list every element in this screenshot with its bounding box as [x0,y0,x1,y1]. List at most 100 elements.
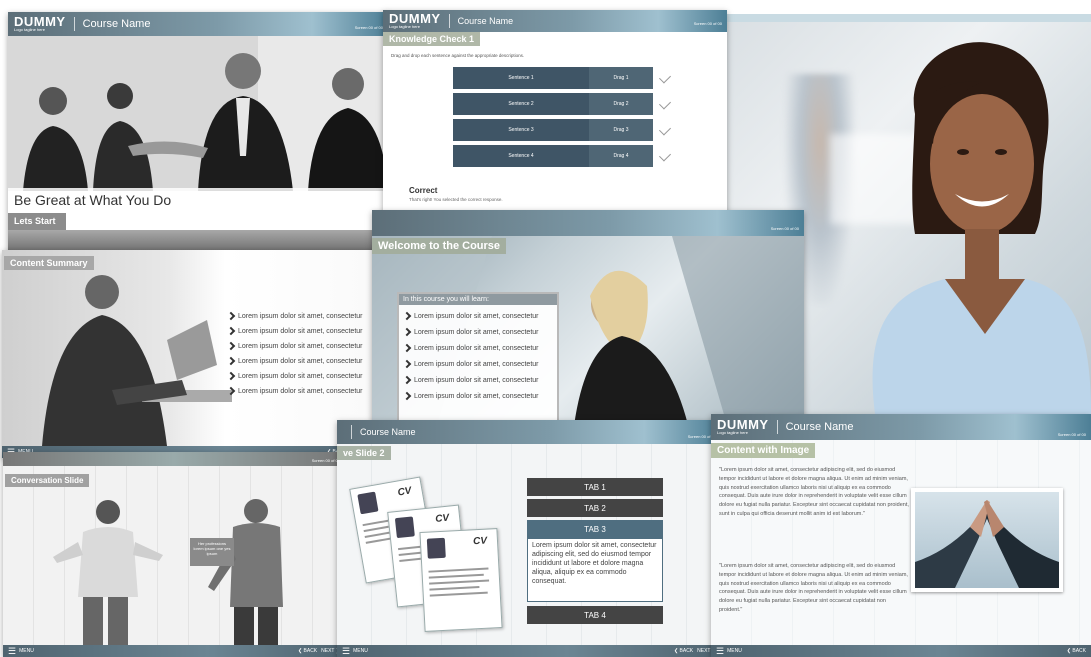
content-summary-title: Content Summary [4,256,94,270]
kc-row[interactable]: Sentence 3 Drag 3 [453,119,653,141]
list-item-text: Lorem ipsum dolor sit amet, consectetur [238,342,363,350]
kc-sentence: Sentence 1 [453,67,589,89]
page-counter: Screen 00 of 00 [354,25,383,30]
kc-sentence: Sentence 4 [453,145,589,167]
content-image-title: Content with Image [711,443,816,458]
menu-button[interactable]: ☰MENU [8,646,34,656]
checkmark-icon [658,123,672,136]
learn-box-title: In this course you will learn: [399,294,557,305]
chevron-right-icon [404,328,410,336]
chevron-left-icon: ❮ [1066,648,1071,654]
list-item-text: Lorem ipsum dolor sit amet, consectetur [414,392,539,400]
conversation-title: Conversation Slide [5,474,90,487]
kc-row[interactable]: Sentence 2 Drag 2 [453,93,653,115]
intro-title: Be Great at What You Do [14,192,172,208]
page-counter: Screen 00 of 00 [1057,432,1086,437]
speech-bubble-text: Her professions lorem ipsum one yes ipsu… [193,541,231,556]
list-item: Lorem ipsum dolor sit amet, consectetur [228,387,363,395]
kc-row[interactable]: Sentence 1 Drag 1 [453,67,653,89]
back-button[interactable]: ❮ BACK [298,648,317,654]
list-item-text: Lorem ipsum dolor sit amet, consectetur [414,344,539,352]
hands-teamwork-photo [911,488,1063,592]
course-name: Course Name [785,421,854,433]
list-item-text: Lorem ipsum dolor sit amet, consectetur [238,387,363,395]
slide-footer: ☰MENU ❮ BACK NEXT ❯ [3,645,345,657]
kc-drag-item[interactable]: Drag 1 [589,67,653,89]
checkmark-icon [658,71,672,84]
content-paragraph-1: "Lorem ipsum dolor sit amet, consectetur… [719,467,909,517]
brand-logo: DUMMY Logo tagline here [717,416,769,435]
checkmark-icon [658,149,672,162]
page-counter: Screen 00 of 00 [311,458,340,463]
list-item-text: Lorem ipsum dolor sit amet, consectetur [414,376,539,384]
list-item: Lorem ipsum dolor sit amet, consectetur [228,357,363,365]
summary-bullet-list: Lorem ipsum dolor sit amet, consectetur L… [228,312,363,402]
menu-icon: ☰ [716,646,725,656]
brand-logo: DUMMY Logo tagline here [389,10,441,29]
list-item: Lorem ipsum dolor sit amet, consectetur [404,312,539,320]
business-handshake-photo [8,36,388,191]
kc-sentence: Sentence 2 [453,93,589,115]
list-item: Lorem ipsum dolor sit amet, consectetur [228,342,363,350]
kc-sentence: Sentence 3 [453,119,589,141]
chevron-right-icon [228,387,234,395]
list-item-text: Lorem ipsum dolor sit amet, consectetur [238,372,363,380]
kc-drag-item[interactable]: Drag 3 [589,119,653,141]
chevron-right-icon [404,344,410,352]
list-item: Lorem ipsum dolor sit amet, consectetur [404,360,539,368]
back-button[interactable]: ❮ BACK [1067,648,1086,654]
slide-header: Course Name Screen 00 of 00 [337,420,721,444]
brand-logo: DUMMY Logo tagline here [14,13,66,32]
tab-3-content: Lorem ipsum dolor sit amet, consectetur … [527,538,663,602]
list-item: Lorem ipsum dolor sit amet, consectetur [404,376,539,384]
course-name: Course Name [82,18,151,30]
lets-start-button[interactable]: Lets Start [8,213,66,230]
chevron-right-icon [228,342,234,350]
speech-bubble: Her professions lorem ipsum one yes ipsu… [190,538,234,566]
man-talking-right [208,499,283,647]
back-button[interactable]: ❮ BACK [674,648,693,654]
kc-feedback-text: That's right! You selected the correct r… [409,197,503,202]
conversation-slide: Screen 00 of 00 Conversation Slide Her p… [3,452,345,657]
slide-header: Screen 00 of 00 [372,210,804,236]
page-counter: Screen 00 of 00 [770,226,799,231]
intro-slide: DUMMY Logo tagline here Course Name Scree… [8,12,388,252]
kc-drag-item[interactable]: Drag 4 [589,145,653,167]
list-item-text: Lorem ipsum dolor sit amet, consectetur [238,357,363,365]
course-name: Course Name [457,16,514,26]
kc-drag-item[interactable]: Drag 2 [589,93,653,115]
menu-button[interactable]: ☰MENU [716,646,742,656]
chevron-right-icon [228,312,234,320]
chevron-left-icon: ❮ [297,648,303,654]
course-name: Course Name [360,427,416,437]
tab-1[interactable]: TAB 1 [527,478,663,496]
interactive-title: ve Slide 2 [337,446,391,460]
man-talking-left [53,500,163,647]
list-item-text: Lorem ipsum dolor sit amet, consectetur [414,328,539,336]
menu-icon: ☰ [8,646,17,656]
list-item: Lorem ipsum dolor sit amet, consectetur [228,327,363,335]
slide-header: Screen 00 of 00 [3,452,345,466]
content-paragraph-2: "Lorem ipsum dolor sit amet, consectetur… [719,563,908,613]
slide-header: DUMMY Logo tagline here Course Name Scree… [711,414,1091,440]
tab-2[interactable]: TAB 2 [527,499,663,517]
list-item-text: Lorem ipsum dolor sit amet, consectetur [414,312,539,320]
kc-row[interactable]: Sentence 4 Drag 4 [453,145,653,167]
tab-4[interactable]: TAB 4 [527,606,663,624]
list-item: Lorem ipsum dolor sit amet, consectetur [404,392,539,400]
tab-3[interactable]: TAB 3 [527,520,663,538]
checkmark-icon [658,97,672,110]
chevron-right-icon [404,360,410,368]
chevron-right-icon [228,372,234,380]
list-item: Lorem ipsum dolor sit amet, consectetur [404,344,539,352]
smiling-woman-image [872,42,1091,414]
tab-panel: TAB 1 TAB 2 TAB 3 Lorem ipsum dolor sit … [527,478,663,638]
chevron-right-icon [404,376,410,384]
learn-box: In this course you will learn: Lorem ips… [397,292,559,422]
menu-button[interactable]: ☰MENU [342,647,368,656]
chevron-left-icon: ❮ [673,648,679,654]
page-counter: Screen 00 of 00 [693,21,722,26]
interactive-slide: Course Name Screen 00 of 00 ve Slide 2 C… [337,420,721,657]
welcome-title: Welcome to the Course [372,238,507,254]
slide-header: DUMMY Logo tagline here Course Name Scree… [383,10,727,32]
